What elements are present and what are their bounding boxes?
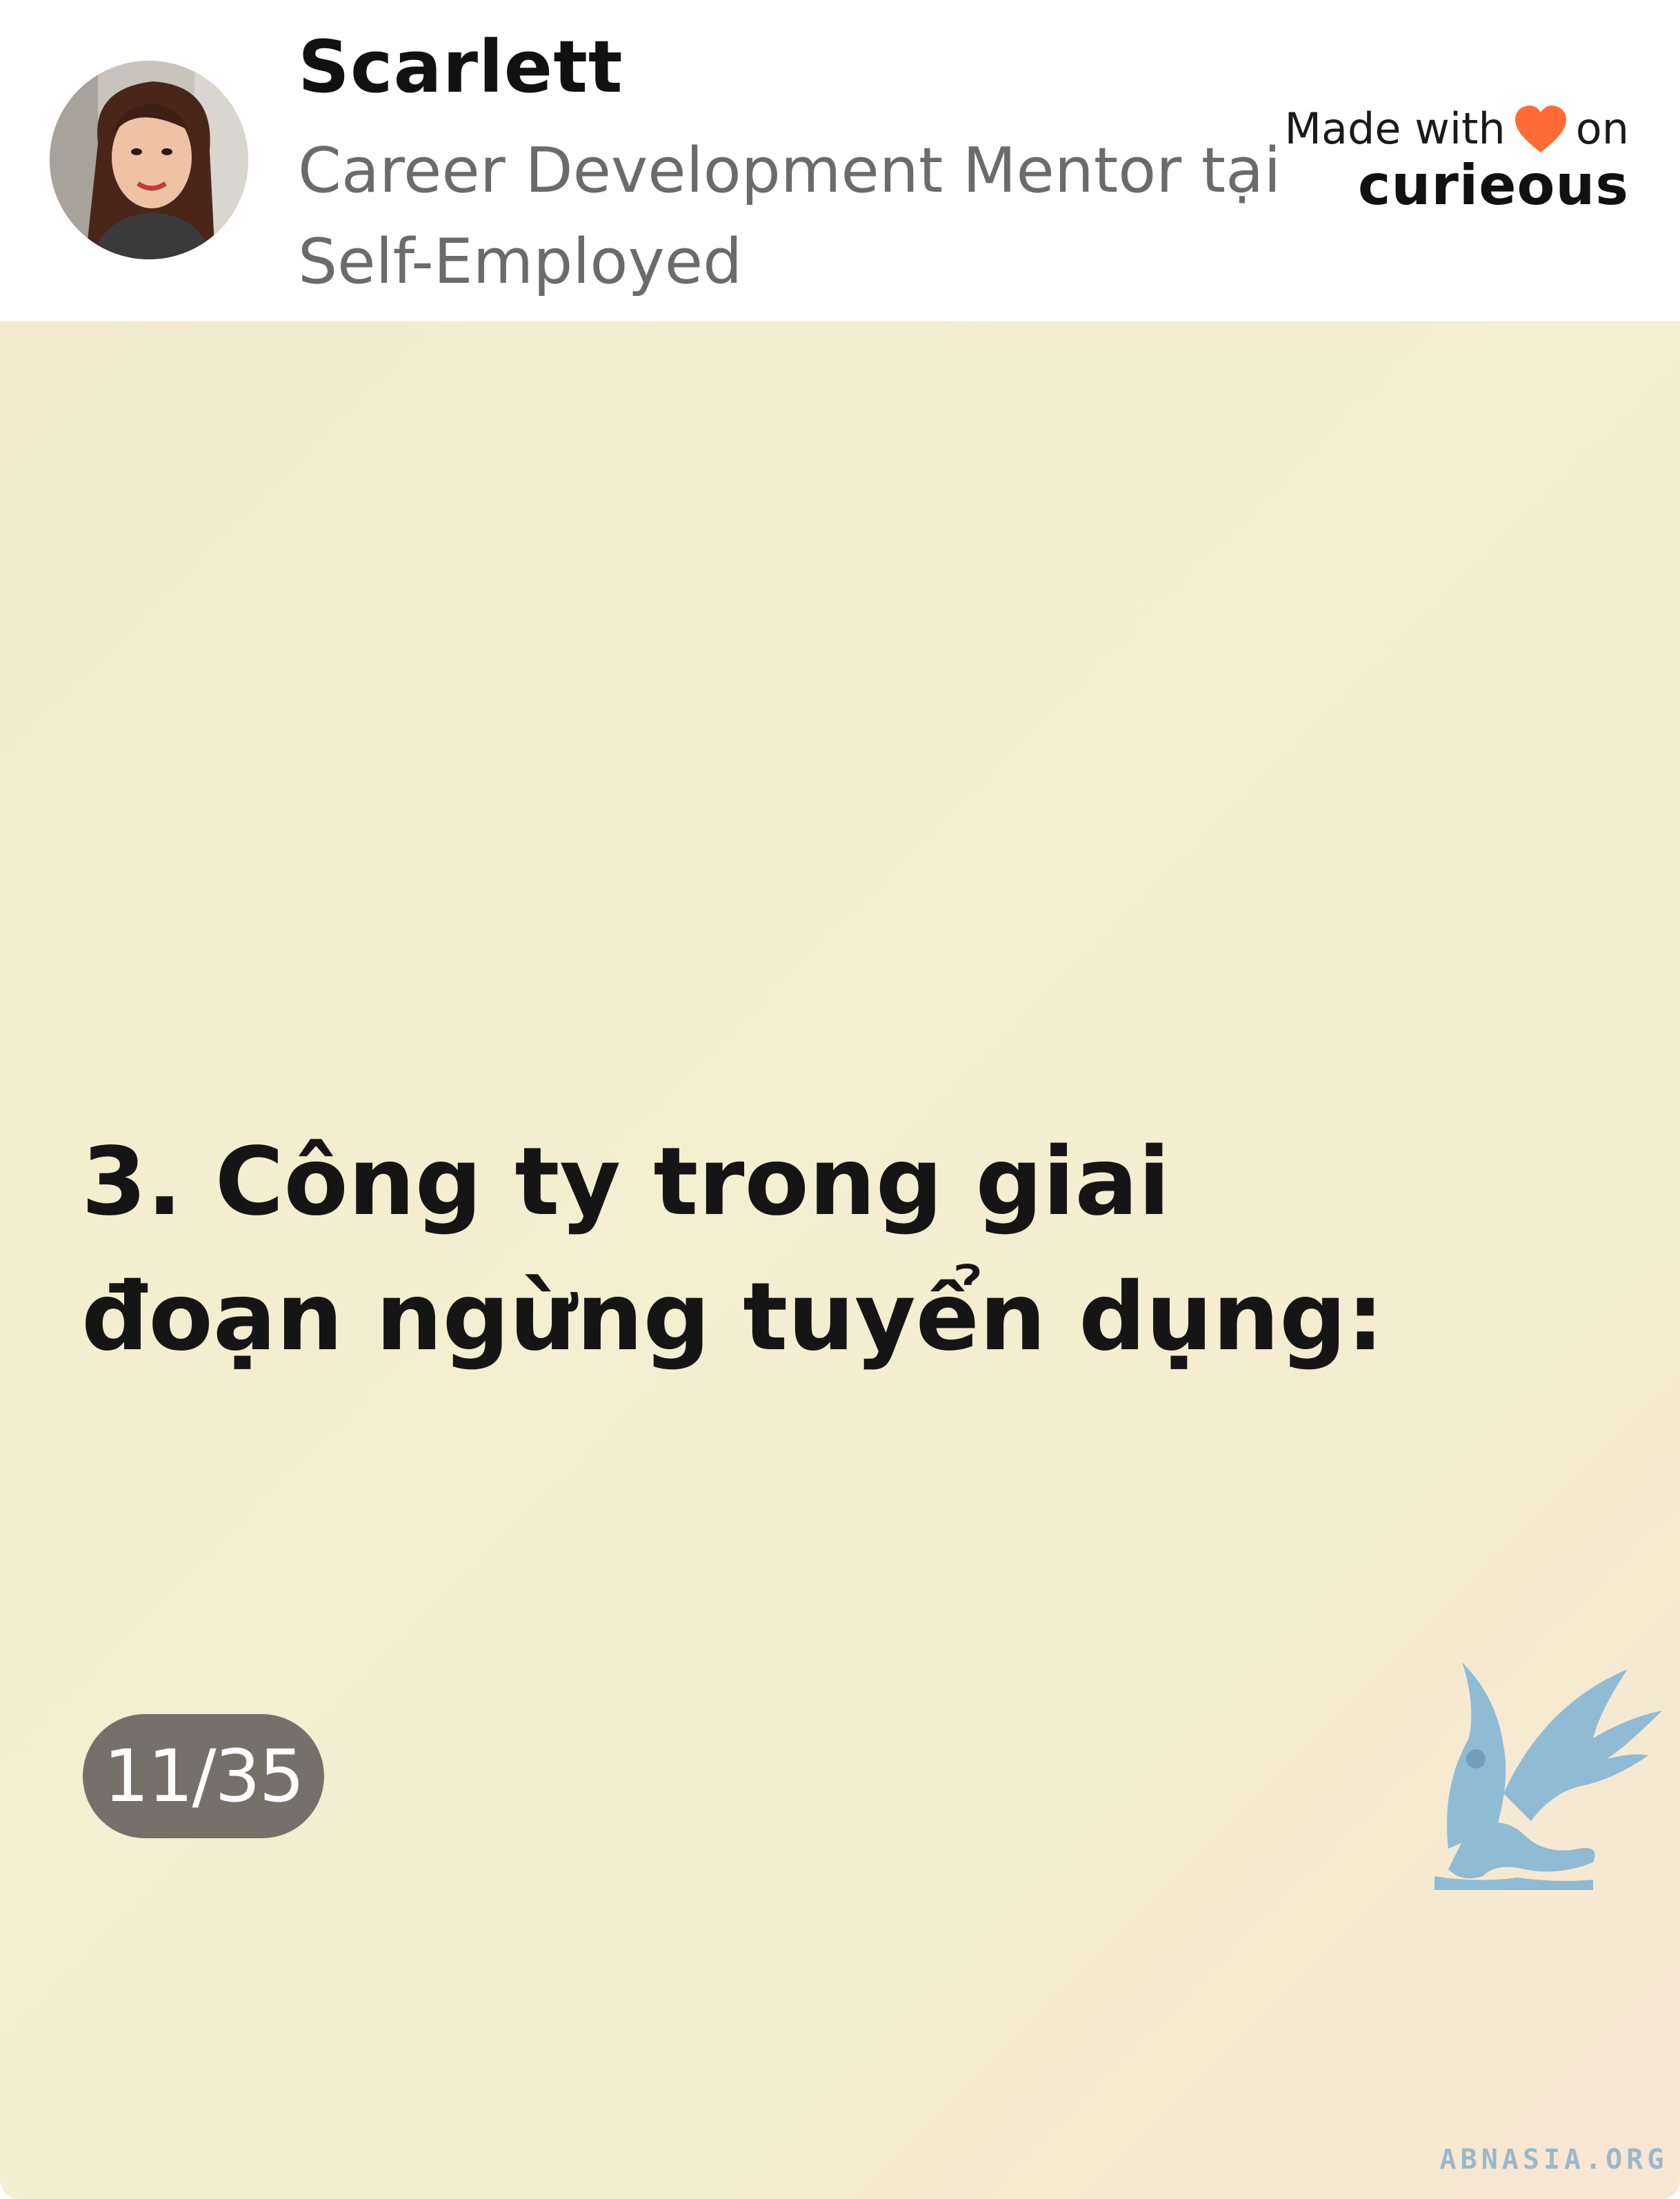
page-indicator: 11/35	[83, 1714, 324, 1838]
avatar-photo	[50, 61, 248, 259]
author-headline: Career Development Mentor tại Self-Emplo…	[298, 135, 1281, 298]
brand-logo[interactable]: curieous	[1302, 153, 1629, 217]
post-header: Scarlett Career Development Mentor tại S…	[0, 0, 1680, 321]
griffin-logo-icon	[1434, 1662, 1662, 1890]
made-with-prefix: Made with	[1284, 103, 1506, 154]
made-with-suffix: on	[1575, 103, 1629, 154]
heart-icon	[1514, 104, 1568, 154]
slide-heading: 3. Công ty trong giai đoạn ngừng tuyển d…	[81, 1128, 1384, 1372]
author-name[interactable]: Scarlett	[298, 25, 623, 109]
slide-content: 3. Công ty trong giai đoạn ngừng tuyển d…	[0, 321, 1680, 2199]
post-card: Scarlett Career Development Mentor tại S…	[0, 0, 1680, 2199]
watermark-label: ABNASIA.ORG	[1439, 2144, 1668, 2176]
author-avatar[interactable]	[50, 61, 248, 259]
made-with-label: Made with on	[1285, 103, 1629, 154]
